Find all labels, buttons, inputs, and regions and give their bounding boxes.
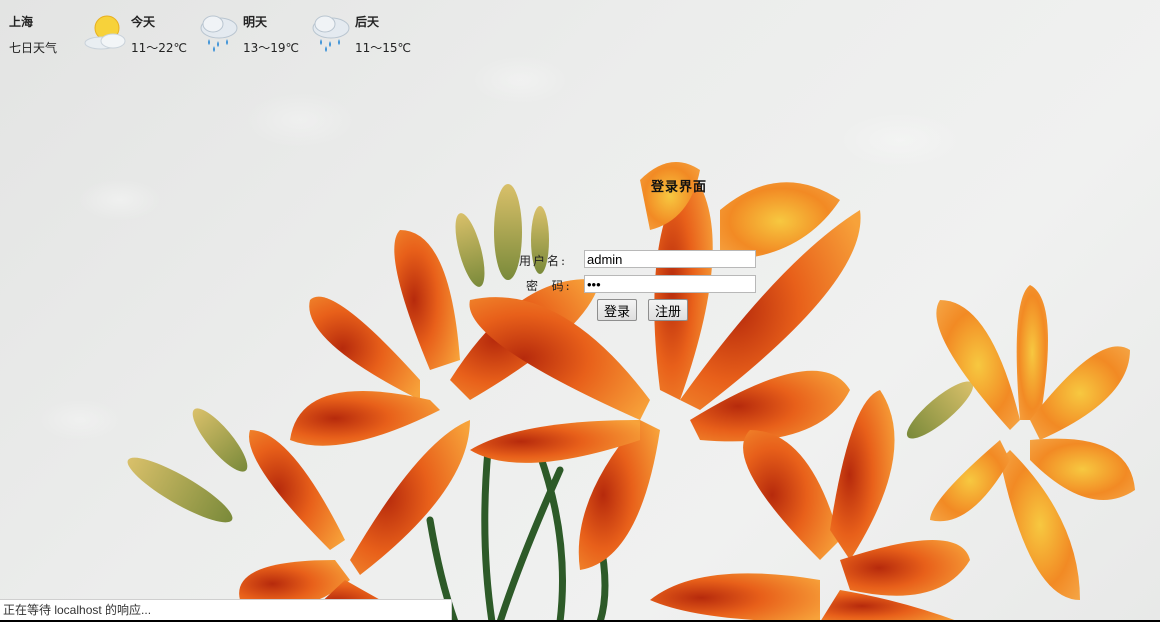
weather-day-after-tomorrow: 后天 11～15℃: [312, 13, 412, 56]
password-input[interactable]: [584, 275, 756, 293]
password-label: 密 码:: [526, 279, 572, 293]
seven-day-weather-link[interactable]: 七日天气: [9, 39, 57, 56]
login-title: 登录界面: [651, 180, 708, 195]
lily-background-image: [127, 162, 1135, 622]
username-label: 用户名:: [519, 254, 568, 268]
register-button[interactable]: 注册: [648, 299, 689, 321]
weather-day-label: 今天: [131, 15, 156, 29]
weather-city: 上海 七日天气: [9, 13, 57, 56]
rain-icon: [312, 15, 350, 52]
weather-widget: 上海 七日天气 今天 11～22℃ 明天 13～19℃ 后天 11～15℃: [0, 0, 420, 60]
partly-sunny-icon: [84, 15, 126, 50]
weather-day-temp: 11～22℃: [131, 41, 188, 55]
weather-day-label: 明天: [243, 15, 268, 29]
rain-icon: [200, 15, 238, 52]
username-input[interactable]: [584, 250, 756, 268]
weather-day-temp: 11～15℃: [355, 41, 412, 55]
city-name: 上海: [9, 15, 34, 29]
weather-day-today: 今天 11～22℃: [84, 13, 188, 56]
weather-day-label: 后天: [355, 15, 380, 29]
weather-day-tomorrow: 明天 13～19℃: [200, 13, 300, 56]
weather-day-temp: 13～19℃: [243, 41, 300, 55]
browser-status-bar: 正在等待 localhost 的响应...: [0, 599, 452, 620]
login-button[interactable]: 登录: [597, 299, 638, 321]
